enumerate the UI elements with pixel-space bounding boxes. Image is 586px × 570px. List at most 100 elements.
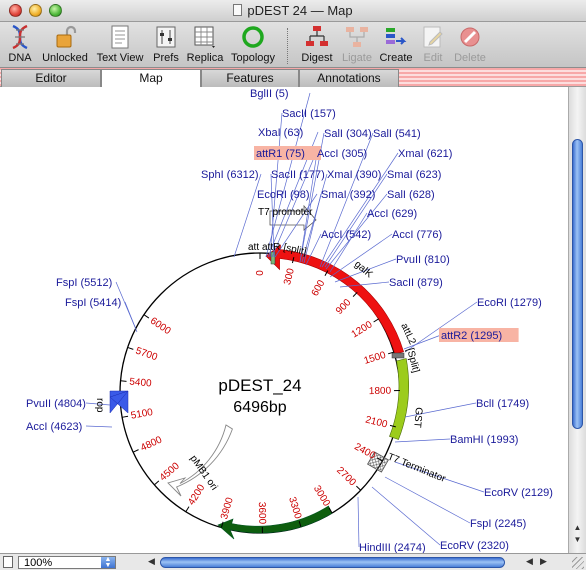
tick-label: 1200	[350, 319, 375, 340]
tick-mark	[352, 291, 358, 297]
tick-label: 5400	[129, 377, 153, 390]
feature-label: T7 Terminator	[386, 452, 448, 485]
ligate-button: Ligate	[340, 24, 374, 66]
site-label[interactable]: SmaI (623)	[387, 169, 441, 181]
site-label[interactable]: FspI (5414)	[65, 297, 121, 309]
site-label[interactable]: EcoRI (98)	[257, 189, 310, 201]
feature-label: attR	[262, 242, 280, 253]
text-view-button[interactable]: Text View	[94, 24, 146, 66]
digest-button[interactable]: Digest	[298, 24, 336, 66]
window-title: pDEST 24 — Map	[0, 3, 586, 18]
site-label[interactable]: AccI (4623)	[26, 421, 82, 433]
digest-icon	[306, 26, 328, 46]
site-label[interactable]: PvuII (4804)	[26, 398, 86, 410]
tick-mark	[132, 449, 139, 453]
replica-icon	[194, 26, 215, 48]
prefs-button[interactable]: Prefs	[150, 24, 182, 66]
site-label[interactable]: SacII (157)	[282, 108, 336, 120]
app-window: pDEST 24 — Map DNA Unlocked Text View Pr…	[0, 0, 586, 570]
site-label[interactable]: AccI (629)	[367, 208, 417, 220]
site-label[interactable]: BamHI (1993)	[450, 434, 518, 446]
scroll-down-arrow[interactable]: ▼	[572, 535, 583, 544]
site-label[interactable]: EcoRV (2320)	[440, 540, 509, 552]
split-block	[391, 352, 405, 359]
site-label[interactable]: SacII (177)	[271, 169, 325, 181]
tick-mark	[185, 506, 190, 512]
site-label[interactable]: SphI (6312)	[201, 169, 258, 181]
delete-button: Delete	[452, 24, 488, 66]
status-bar: 100% ▲ ▼ ◀ ◀ ▶	[0, 553, 586, 570]
site-label[interactable]: XmaI (621)	[398, 148, 452, 160]
tick-mark	[154, 480, 160, 486]
site-leader-line	[357, 496, 360, 548]
vertical-scroll-thumb[interactable]	[572, 139, 583, 429]
site-label[interactable]: EcoRV (2129)	[484, 487, 553, 499]
tab-map[interactable]: Map	[101, 69, 201, 88]
tab-editor[interactable]: Editor	[1, 69, 101, 87]
tick-label: 4200	[186, 482, 207, 507]
feature-label: rop	[94, 398, 105, 413]
site-label[interactable]: attR2 (1295)	[441, 330, 502, 342]
site-label[interactable]: FspI (2245)	[470, 518, 526, 530]
unlocked-button[interactable]: Unlocked	[40, 24, 90, 66]
title-bar: pDEST 24 — Map	[0, 0, 586, 22]
dna-icon	[12, 24, 28, 50]
tick-label: 3900	[219, 496, 236, 521]
tab-features[interactable]: Features	[201, 69, 299, 87]
site-label[interactable]: SacII (879)	[389, 277, 443, 289]
tick-mark	[127, 346, 134, 350]
site-leader-line	[371, 486, 441, 546]
map-title: pDEST_24	[218, 376, 301, 395]
site-label[interactable]: SalI (628)	[387, 189, 435, 201]
scroll-up-arrow[interactable]: ▲	[572, 523, 583, 532]
dna-button[interactable]: DNA	[4, 24, 36, 66]
ligate-icon	[346, 27, 368, 47]
topology-button[interactable]: Topology	[228, 24, 278, 66]
leaders-group	[85, 92, 485, 548]
scroll-left-arrow[interactable]: ◀	[148, 556, 155, 567]
resize-grip-icon[interactable]	[572, 557, 584, 569]
edit-button: Edit	[418, 24, 448, 66]
preferences-icon	[156, 26, 176, 48]
site-label[interactable]: EcoRI (1279)	[477, 297, 542, 309]
toolbar: DNA Unlocked Text View Prefs Replica Top…	[0, 22, 586, 68]
tick-label: 5100	[130, 407, 154, 422]
feature-label: att	[248, 242, 259, 253]
tick-label: 5700	[134, 346, 159, 364]
horizontal-scroll-thumb[interactable]	[160, 557, 505, 568]
rop-feature-arrow[interactable]	[109, 390, 129, 414]
replica-button[interactable]: Replica	[184, 24, 226, 66]
site-label[interactable]: attR1 (75)	[256, 148, 305, 160]
plasmid-map[interactable]: 0 300600900120015001800210024002700300033…	[0, 87, 568, 553]
site-label[interactable]: AccI (776)	[392, 229, 442, 241]
page-icon	[3, 556, 13, 568]
create-button[interactable]: Create	[378, 24, 414, 66]
tick-mark	[356, 485, 362, 491]
site-label[interactable]: PvuII (810)	[396, 254, 450, 266]
site-label[interactable]: HindIII (2474)	[359, 542, 426, 553]
circle-topology-icon	[242, 26, 264, 48]
tick-label: 1800	[369, 386, 392, 397]
feature-label: T7 promoter	[258, 207, 313, 218]
vertical-scrollbar[interactable]: ▲ ▼	[568, 87, 586, 553]
site-label[interactable]: XbaI (63)	[258, 127, 303, 139]
site-label[interactable]: FspI (5512)	[56, 277, 112, 289]
tick-label: 6000	[148, 316, 173, 338]
site-label[interactable]: SalI (304)	[324, 128, 372, 140]
site-label[interactable]: AccI (305)	[317, 148, 367, 160]
site-label[interactable]: XmaI (390)	[327, 169, 381, 181]
site-label[interactable]: SmaI (392)	[321, 189, 375, 201]
gst-feature-arrow[interactable]	[389, 358, 409, 440]
tick-mark	[122, 415, 129, 418]
ampr-feature-arrow[interactable]	[217, 505, 333, 540]
scroll-left-arrow-2[interactable]: ◀	[526, 556, 533, 567]
site-label[interactable]: SalI (541)	[373, 128, 421, 140]
scroll-right-arrow[interactable]: ▶	[540, 556, 547, 567]
tick-label: 4800	[139, 434, 164, 454]
galk-feature-arrow[interactable]	[265, 244, 404, 355]
zoom-select[interactable]: 100% ▲ ▼	[18, 556, 116, 569]
site-label[interactable]: BglII (5)	[250, 88, 289, 100]
site-label[interactable]: BclI (1749)	[476, 398, 529, 410]
tab-annotations[interactable]: Annotations	[299, 69, 399, 87]
site-label[interactable]: AccI (542)	[321, 229, 371, 241]
